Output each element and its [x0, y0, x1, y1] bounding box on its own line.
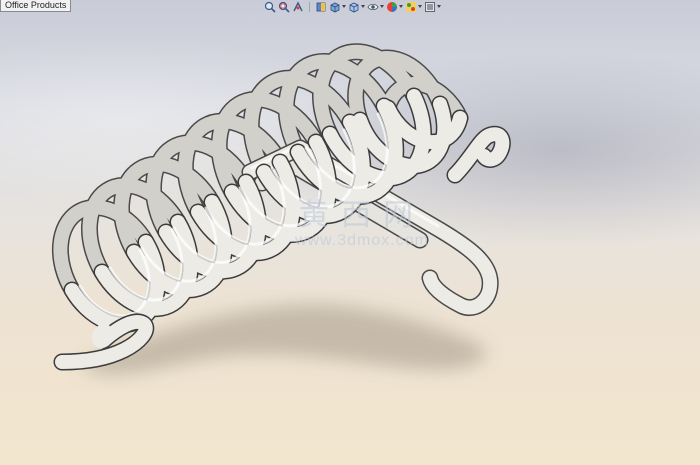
helical-spring-model[interactable] [0, 0, 700, 465]
spring-right-hook [446, 125, 511, 184]
graphics-viewport[interactable]: Office Products 黄西网 www.3dmox.com [0, 0, 700, 465]
